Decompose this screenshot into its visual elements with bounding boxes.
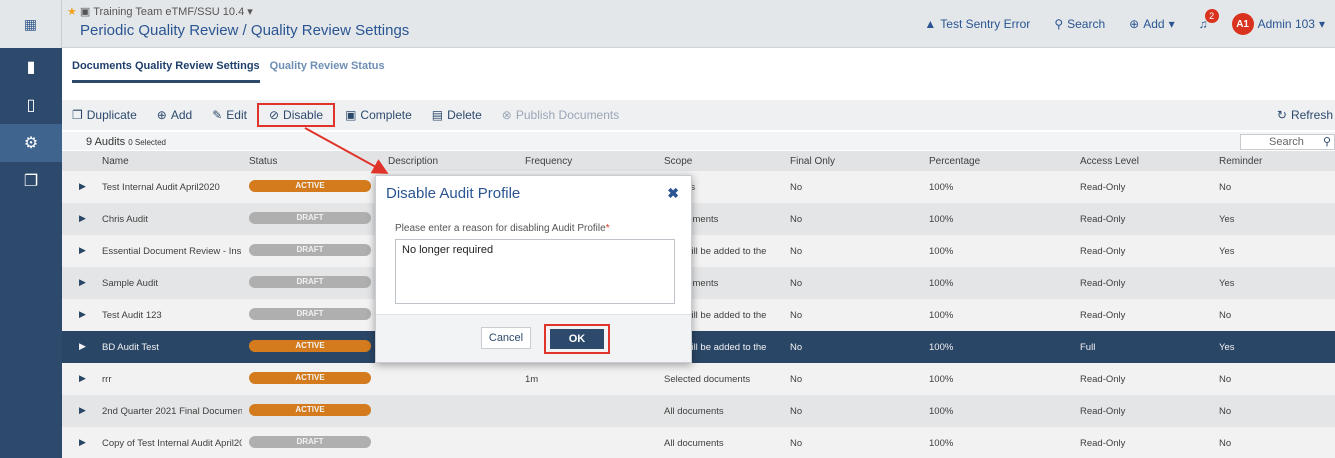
modal-backdrop bbox=[62, 151, 1335, 458]
reason-textarea[interactable]: No longer required bbox=[395, 239, 675, 304]
dialog-footer: Cancel OK bbox=[376, 314, 691, 362]
trash-icon: ▤ bbox=[431, 108, 444, 122]
reason-label: Please enter a reason for disabling Audi… bbox=[395, 223, 610, 234]
apps-grid-icon[interactable]: ▦ bbox=[0, 0, 62, 48]
ok-button[interactable]: OK bbox=[550, 329, 604, 349]
refresh-icon: ↻ bbox=[1276, 108, 1287, 122]
top-header: ★ ▣ Training Team eTMF/SSU 10.4 ▾ Period… bbox=[62, 0, 1335, 48]
warning-icon: ▲ bbox=[924, 17, 937, 31]
refresh-label: Refresh bbox=[1290, 108, 1333, 122]
search-label: Search bbox=[1067, 17, 1106, 31]
plus-circle-icon: ⊕ bbox=[1129, 17, 1140, 31]
edit-label: Edit bbox=[226, 108, 247, 122]
search-link[interactable]: ⚲ Search bbox=[1054, 17, 1105, 31]
study-name: Training Team eTMF/SSU 10.4 bbox=[93, 6, 245, 18]
pencil-icon: ✎ bbox=[212, 108, 223, 122]
audit-count: 9 Audits 0 Selected bbox=[86, 136, 166, 148]
add-menu[interactable]: ⊕ Add ▾ bbox=[1129, 17, 1174, 31]
ok-highlight: OK bbox=[544, 324, 610, 354]
selected-count: 0 Selected bbox=[128, 138, 167, 147]
required-mark: * bbox=[605, 223, 610, 234]
study-selector[interactable]: ★ ▣ Training Team eTMF/SSU 10.4 ▾ bbox=[67, 5, 253, 18]
book-icon[interactable]: ▮ bbox=[0, 48, 62, 86]
add-button[interactable]: ⊕ Add bbox=[147, 103, 202, 127]
check-circle-icon: ⊗ bbox=[501, 108, 512, 122]
ban-icon: ⊘ bbox=[268, 108, 280, 122]
disable-audit-profile-dialog: Disable Audit Profile ✖ Please enter a r… bbox=[375, 175, 692, 363]
complete-button[interactable]: ▣ Complete bbox=[335, 103, 422, 127]
notification-badge: 2 bbox=[1204, 9, 1219, 23]
copy-docs-icon[interactable]: ❐ bbox=[0, 162, 62, 200]
complete-label: Complete bbox=[360, 108, 412, 122]
tab-quality-review-status[interactable]: Quality Review Status bbox=[270, 60, 385, 83]
audit-count-text: 9 Audits bbox=[86, 136, 126, 148]
close-icon[interactable]: ✖ bbox=[667, 185, 679, 202]
document-icon[interactable]: ▯ bbox=[0, 86, 62, 124]
publish-documents-button[interactable]: ⊗ Publish Documents bbox=[492, 103, 629, 127]
publish-label: Publish Documents bbox=[515, 108, 620, 122]
search-placeholder: Search bbox=[1269, 136, 1304, 148]
cancel-button[interactable]: Cancel bbox=[481, 327, 531, 349]
settings-icon[interactable]: ⚙ bbox=[0, 124, 62, 162]
dialog-title: Disable Audit Profile bbox=[386, 185, 521, 202]
sentry-error-link[interactable]: ▲ Test Sentry Error bbox=[924, 17, 1030, 31]
notifications-bell[interactable]: ♫ 2 bbox=[1199, 9, 1219, 31]
left-nav: ▦ ▮ ▯ ⚙ ❐ bbox=[0, 0, 62, 458]
refresh-button[interactable]: ↻ Refresh bbox=[1277, 108, 1335, 122]
user-name: Admin 103 bbox=[1257, 17, 1315, 31]
reason-prompt: Please enter a reason for disabling Audi… bbox=[395, 223, 606, 234]
duplicate-label: Duplicate bbox=[86, 108, 137, 122]
delete-label: Delete bbox=[447, 108, 482, 122]
lock-icon: ▣ bbox=[345, 108, 357, 122]
search-icon: ⚲ bbox=[1322, 136, 1331, 148]
disable-button[interactable]: ⊘ Disable bbox=[256, 103, 336, 127]
edit-button[interactable]: ✎ Edit bbox=[202, 103, 257, 127]
delete-button[interactable]: ▤ Delete bbox=[422, 103, 492, 127]
sentry-label: Test Sentry Error bbox=[940, 17, 1031, 31]
user-menu[interactable]: A1 Admin 103 ▾ bbox=[1231, 13, 1325, 35]
star-icon: ★ bbox=[67, 6, 77, 18]
avatar: A1 bbox=[1231, 13, 1254, 35]
add-label: Add bbox=[1143, 17, 1165, 31]
plus-circle-icon: ⊕ bbox=[156, 108, 167, 122]
duplicate-icon: ❐ bbox=[72, 108, 83, 122]
add-label: Add bbox=[170, 108, 193, 122]
list-subheader bbox=[62, 132, 1335, 150]
toolbar: ❐ Duplicate ⊕ Add ✎ Edit ⊘ Disable ▣ Complete… bbox=[62, 100, 1335, 130]
tab-documents-quality-review-settings[interactable]: Documents Quality Review Settings bbox=[72, 60, 260, 83]
duplicate-button[interactable]: ❐ Duplicate bbox=[62, 103, 147, 127]
search-icon: ⚲ bbox=[1054, 17, 1064, 31]
breadcrumb: Periodic Quality Review / Quality Review… bbox=[80, 22, 410, 39]
disable-label: Disable bbox=[283, 108, 324, 122]
table-search-input[interactable]: Search ⚲ bbox=[1240, 134, 1335, 150]
